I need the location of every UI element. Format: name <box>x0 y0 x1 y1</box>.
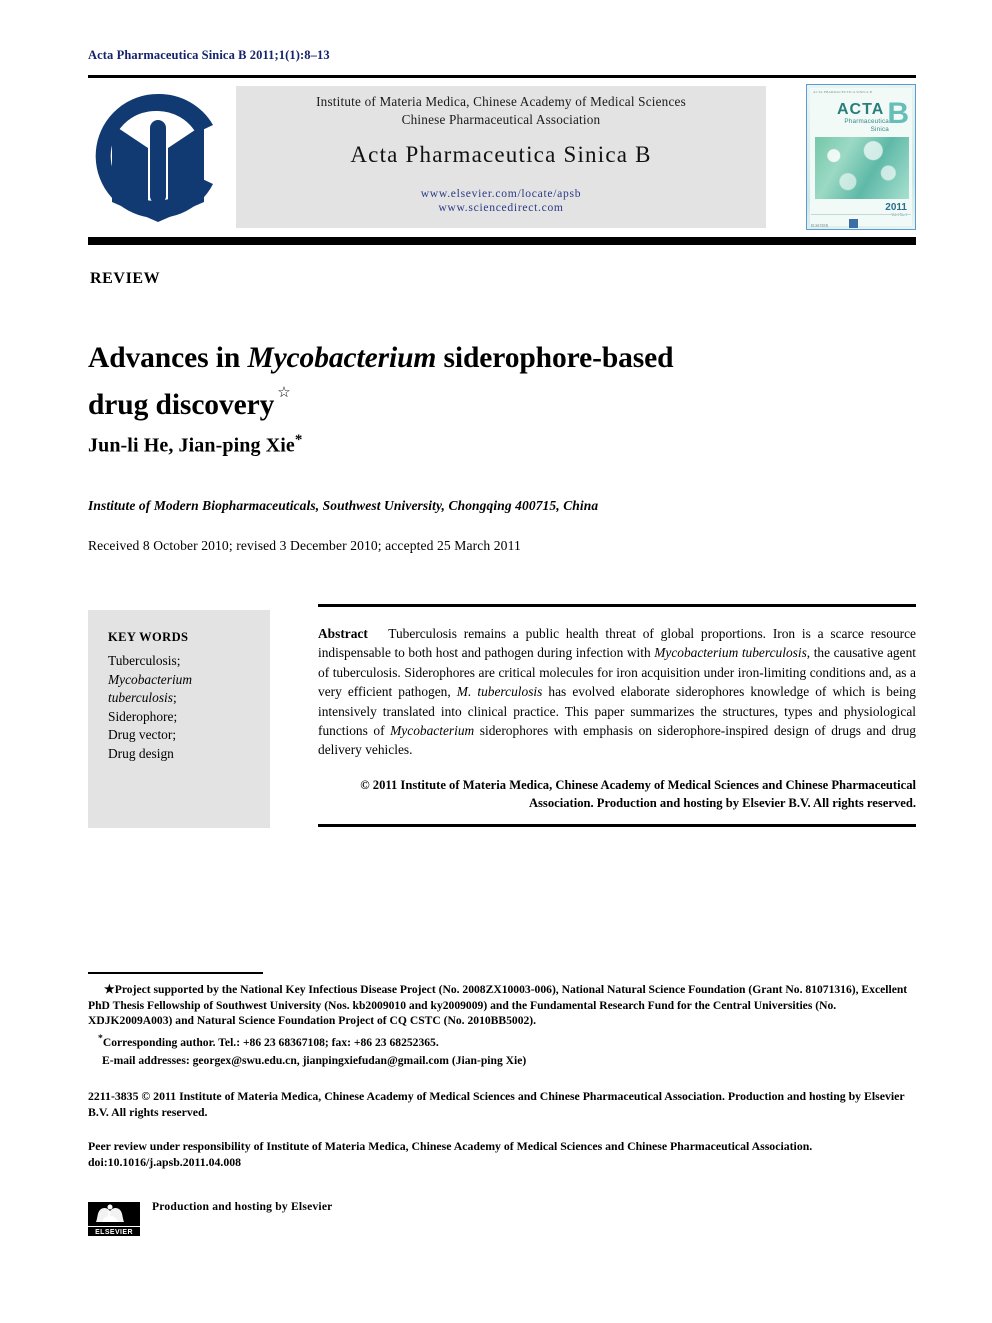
journal-article-first-page: Acta Pharmaceutica Sinica B 2011;1(1):8–… <box>0 0 992 1323</box>
footnote-separator-rule <box>88 972 263 974</box>
abstract-italic-2: M. tuberculosis <box>456 684 543 700</box>
sciencedirect-link[interactable]: www.sciencedirect.com <box>236 201 766 214</box>
cover-acta-text: ACTA <box>837 101 885 118</box>
footnote-block: ★Project supported by the National Key I… <box>88 982 916 1069</box>
svg-text:ELSEVIER: ELSEVIER <box>95 1229 133 1236</box>
keyword-suffix: ; <box>172 690 177 706</box>
cams-cpa-logo <box>88 86 228 232</box>
keyword-italic-part: tuberculosis <box>108 690 173 706</box>
header-top-rule <box>88 75 916 78</box>
journal-cover-thumbnail: ACTA PHARMACEUTICA SINICA B B ACTA Pharm… <box>806 84 916 230</box>
keyword-item: tuberculosis; <box>108 689 258 708</box>
affiliation: Institute of Modern Biopharmaceuticals, … <box>88 498 599 513</box>
abstract-italic-3: Mycobacterium <box>390 723 475 739</box>
elsevier-caption: Production and hosting by Elsevier <box>152 1200 333 1213</box>
cover-sinica-text: Sinica <box>870 126 889 133</box>
cover-elsevier-text: ELSEVIER <box>811 224 828 228</box>
cover-letter-b: B <box>887 97 909 130</box>
title-text-1: Advances in <box>88 341 248 374</box>
peer-review-block: Peer review under responsibility of Inst… <box>88 1138 916 1171</box>
title-footnote-star-icon[interactable]: ☆ <box>277 385 290 401</box>
abstract-copyright: © 2011 Institute of Materia Medica, Chin… <box>360 778 916 810</box>
cover-top-note: ACTA PHARMACEUTICA SINICA B <box>813 90 873 94</box>
title-text-2: siderophore-based <box>436 341 674 374</box>
keyword-item: Drug vector; <box>108 727 177 743</box>
abstract-bottom-rule <box>318 824 916 827</box>
journal-title: Acta Pharmaceutica Sinica B <box>350 142 652 167</box>
publisher-institute: Institute of Materia Medica, Chinese Aca… <box>316 94 686 109</box>
title-line-2: drug discovery <box>88 388 275 421</box>
footnote-project-text: Project supported by the National Key In… <box>88 983 908 1028</box>
elsevier-tree-icon: ELSEVIER <box>88 1202 140 1236</box>
author-names: Jun-li He, Jian-ping Xie <box>88 434 295 457</box>
issn-copyright-line: 2211-3835 © 2011 Institute of Materia Me… <box>88 1089 905 1120</box>
header-bottom-rule <box>88 237 916 245</box>
publisher-association: Chinese Pharmaceutical Association <box>401 112 601 127</box>
abstract-top-rule <box>318 604 916 607</box>
title-italic-genus: Mycobacterium <box>247 341 437 374</box>
footnote-email[interactable]: E-mail addresses: georgex@swu.edu.cn, ji… <box>88 1053 916 1069</box>
footnote-project: ★Project supported by the National Key I… <box>88 982 916 1029</box>
cover-year: 2011 <box>885 202 907 213</box>
cover-artwork <box>815 137 909 199</box>
elsevier-logo: ELSEVIER <box>88 1202 140 1236</box>
abstract-label: Abstract <box>318 626 368 641</box>
abstract-text: Abstract Tuberculosis remains a public h… <box>318 624 916 760</box>
keywords-list: Tuberculosis; Mycobacterium tuberculosis… <box>108 652 258 764</box>
keyword-item: Mycobacterium <box>108 671 193 687</box>
abstract-italic-1: Mycobacterium tuberculosis <box>654 645 807 661</box>
corresponding-author-marker[interactable]: * <box>295 432 303 448</box>
cover-pharmaceutica-text: Pharmaceutica <box>844 118 889 125</box>
keyword-item: Siderophore; <box>108 708 178 724</box>
page-title: Advances in Mycobacterium siderophore-ba… <box>88 338 808 426</box>
author-list: Jun-li He, Jian-ping Xie* <box>88 432 302 458</box>
footnote-star-icon: ★ <box>104 982 115 996</box>
footnote-corresponding: *Corresponding author. Tel.: +86 23 6836… <box>88 1031 916 1050</box>
doi-text[interactable]: doi:10.1016/j.apsb.2011.04.008 <box>88 1155 241 1169</box>
institute-logo-icon <box>95 93 213 222</box>
cover-publisher-mark <box>849 219 858 228</box>
keyword-item: Drug design <box>108 745 174 761</box>
article-history: Received 8 October 2010; revised 3 Decem… <box>88 538 521 553</box>
footnote-corresponding-text: Corresponding author. Tel.: +86 23 68367… <box>102 1035 439 1049</box>
article-type-label: REVIEW <box>90 270 161 287</box>
journal-header-band: Institute of Materia Medica, Chinese Aca… <box>88 84 916 232</box>
peer-review-text: Peer review under responsibility of Inst… <box>88 1139 813 1153</box>
running-head: Acta Pharmaceutica Sinica B 2011;1(1):8–… <box>88 48 330 62</box>
keywords-heading: KEY WORDS <box>108 630 189 644</box>
keyword-item: Tuberculosis; <box>108 653 181 668</box>
journal-homepage-link[interactable]: www.elsevier.com/locate/apsb <box>236 187 766 200</box>
